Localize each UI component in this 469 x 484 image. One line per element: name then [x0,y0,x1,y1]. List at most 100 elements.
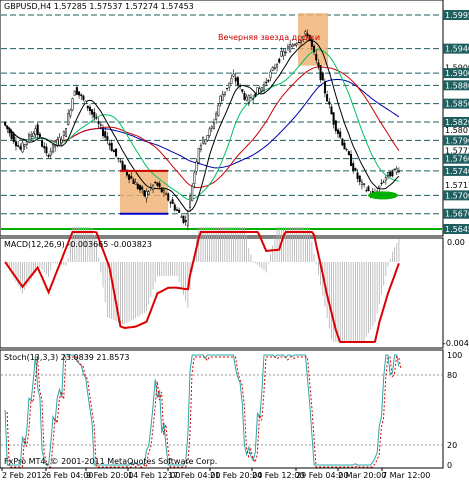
candle-body [278,58,281,63]
time-axis-label: 7 Mar 12:00 [382,471,430,480]
candle-body [339,131,342,138]
candle-body [389,171,392,177]
candle-body [95,117,98,119]
candle-body [82,95,85,100]
candle-body [249,97,252,99]
candle-body [341,138,344,146]
candle-body [69,109,72,117]
candle-body [387,172,390,176]
candle-body [80,94,83,97]
price-badge-label: 1.59000 [445,69,469,78]
candle-body [12,134,15,142]
candle-body [97,121,100,124]
candle-body [328,101,331,105]
candle-body [93,112,96,118]
candle-body [267,79,270,82]
candle-body [254,93,257,97]
candle-body [23,144,26,147]
candle-body [273,67,276,70]
candle-body [239,85,242,88]
candle-body [8,127,11,134]
candle-body [271,66,274,71]
candle-body [343,142,346,150]
candle-body [269,71,272,78]
candle-body [378,185,381,189]
candle-body [117,158,120,160]
candle-body [321,72,324,81]
candle-body [173,204,176,211]
candle-body [154,181,157,184]
candle-body [88,106,91,111]
candle-body [28,134,31,143]
candle-body [51,144,54,153]
candle-body [36,124,39,136]
candle-body [130,176,133,179]
candle-body [138,185,142,191]
candle-body [199,144,202,150]
candle-body [99,124,102,126]
support-ellipse [368,191,398,200]
candle-body [332,112,335,125]
candle-body [119,160,122,162]
candle-body [71,98,74,111]
chart-window[interactable]: GBPUSD,H4 1.57285 1.57537 1.57274 1.5745… [0,0,469,480]
price-badge-label: 1.57400 [445,167,469,176]
candle-body [110,142,113,151]
candle-body [282,50,285,57]
candle-body [217,104,220,116]
chart-canvas[interactable]: GBPUSD,H4 1.57285 1.57537 1.57274 1.5745… [0,0,469,480]
candle-body [45,146,48,154]
symbol-title: GBPUSD,H4 1.57285 1.57537 1.57274 1.5745… [4,2,194,11]
candle-body [30,134,33,137]
candle-body [38,133,41,137]
price-badge-label: 1.57600 [445,155,469,164]
candle-body [226,87,229,90]
time-axis-label: 2 Mar 20:00 [338,471,386,480]
candle-body [260,87,263,92]
candle-body [382,181,385,183]
candle-body [104,131,107,138]
candle-body [19,146,22,150]
candle-body [112,150,115,153]
candle-body [195,161,198,172]
price-axis-label: 1.57170 [445,181,469,190]
candle-body [345,149,348,151]
stoch-panel[interactable] [0,349,444,469]
candle-body [234,77,237,82]
candle-body [171,199,174,204]
candle-body [54,145,57,148]
candle-body [243,93,246,100]
candle-body [75,87,78,95]
candle-body [334,120,337,131]
candle-body [347,151,350,156]
candle-body [84,100,87,104]
candle-body [252,98,255,100]
candle-body [313,45,316,53]
candle-body [297,41,300,44]
candle-body [286,46,289,49]
candle-body [215,113,218,120]
candle-body [115,148,118,157]
candle-body [108,143,111,146]
candle-body [180,216,183,218]
candle-body [289,44,292,53]
candle-body [106,136,109,142]
candle-body [43,146,46,149]
candle-body [91,109,94,115]
copyright-text: FxPro MT4, © 2001-2011 MetaQuotes Softwa… [4,457,217,466]
candle-body [228,82,231,88]
stoch-axis-20: 20 [447,441,457,450]
stoch-axis-0: 0 [447,461,452,470]
candle-body [121,161,124,171]
candle-body [10,130,13,140]
candle-body [101,129,105,137]
candle-body [17,145,20,147]
candle-body [25,141,28,145]
candle-body [202,136,205,144]
stoch-axis-80: 80 [447,371,457,380]
candle-body [258,88,261,94]
candle-body [178,209,181,213]
candle-body [123,164,126,171]
stoch-axis-100: 100 [447,351,462,360]
candle-body [147,191,150,195]
